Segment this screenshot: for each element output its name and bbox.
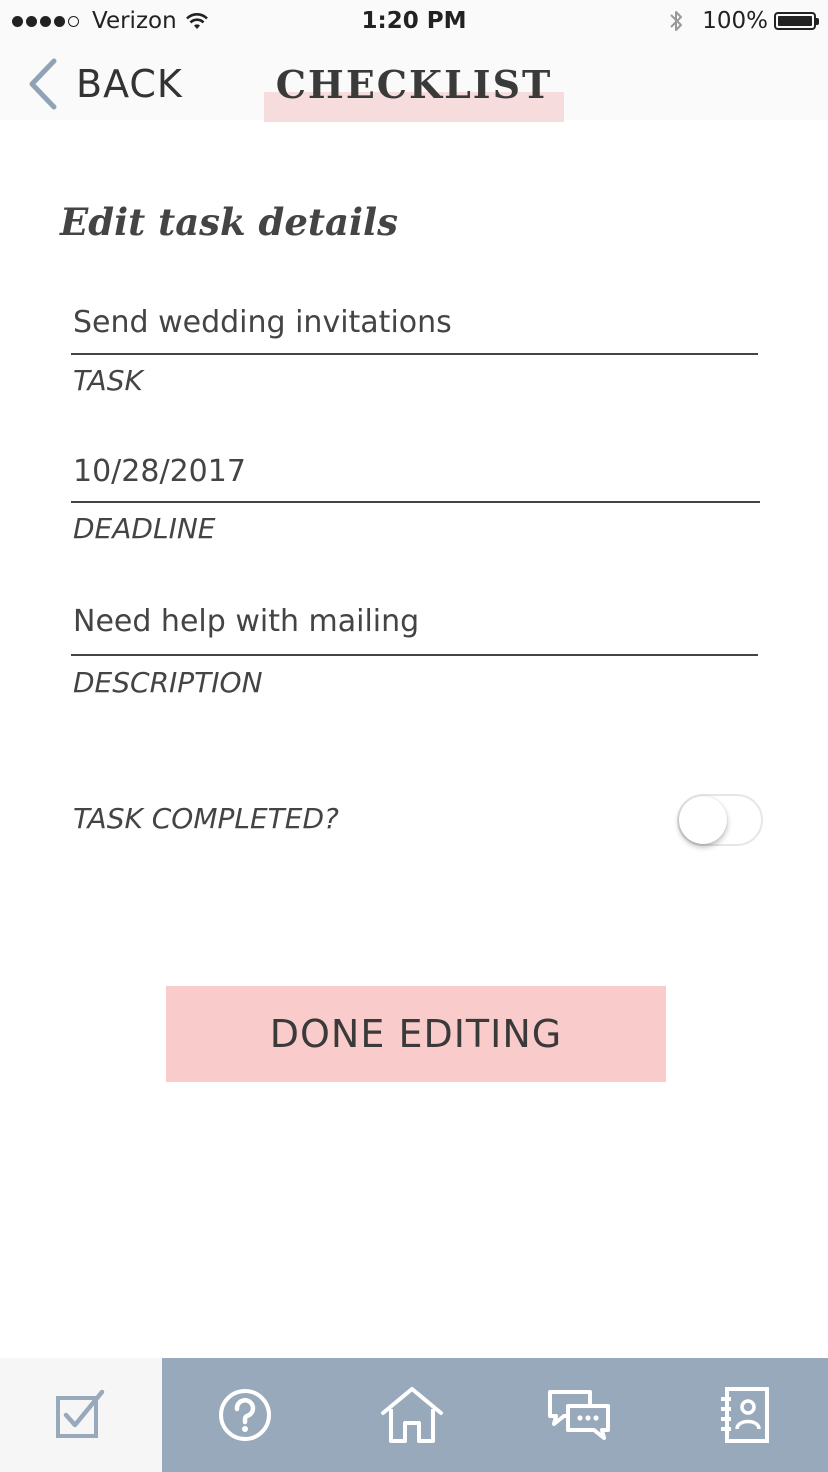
chevron-left-icon [29, 58, 57, 110]
description-label: DESCRIPTION [73, 666, 263, 699]
contacts-icon [721, 1387, 769, 1443]
task-completed-label: TASK COMPLETED? [73, 802, 339, 835]
chat-icon [548, 1390, 610, 1440]
task-label: TASK [73, 364, 143, 397]
tab-bar [0, 1358, 828, 1472]
tab-help[interactable] [162, 1358, 328, 1472]
description-field-underline [71, 654, 758, 656]
description-field[interactable]: Need help with mailing [73, 604, 419, 639]
tab-checklist[interactable] [0, 1358, 162, 1472]
battery-percentage: 100% [702, 8, 768, 34]
status-bar: Verizon 1:20 PM 100% [0, 0, 828, 46]
done-editing-button[interactable]: DONE EDITING [166, 986, 666, 1082]
toggle-knob [679, 796, 727, 844]
task-field-underline [71, 353, 758, 355]
back-button[interactable]: BACK [26, 54, 183, 114]
deadline-field[interactable]: 10/28/2017 [73, 454, 246, 489]
home-icon [381, 1387, 443, 1443]
help-icon [219, 1389, 271, 1441]
checklist-icon [56, 1389, 105, 1438]
tab-messages[interactable] [496, 1358, 662, 1472]
section-heading: Edit task details [60, 200, 398, 244]
task-field[interactable]: Send wedding invitations [73, 305, 452, 340]
tab-contacts[interactable] [662, 1358, 828, 1472]
status-right: 100% [668, 8, 819, 34]
deadline-label: DEADLINE [73, 512, 216, 545]
deadline-field-underline [71, 501, 760, 503]
nav-bar: BACK CHECKLIST [0, 46, 828, 122]
battery-icon [774, 12, 819, 30]
page-title: CHECKLIST [275, 62, 553, 107]
tab-home[interactable] [328, 1358, 496, 1472]
back-label: BACK [76, 62, 183, 106]
task-completed-toggle[interactable] [677, 794, 763, 846]
bluetooth-icon [670, 11, 683, 31]
